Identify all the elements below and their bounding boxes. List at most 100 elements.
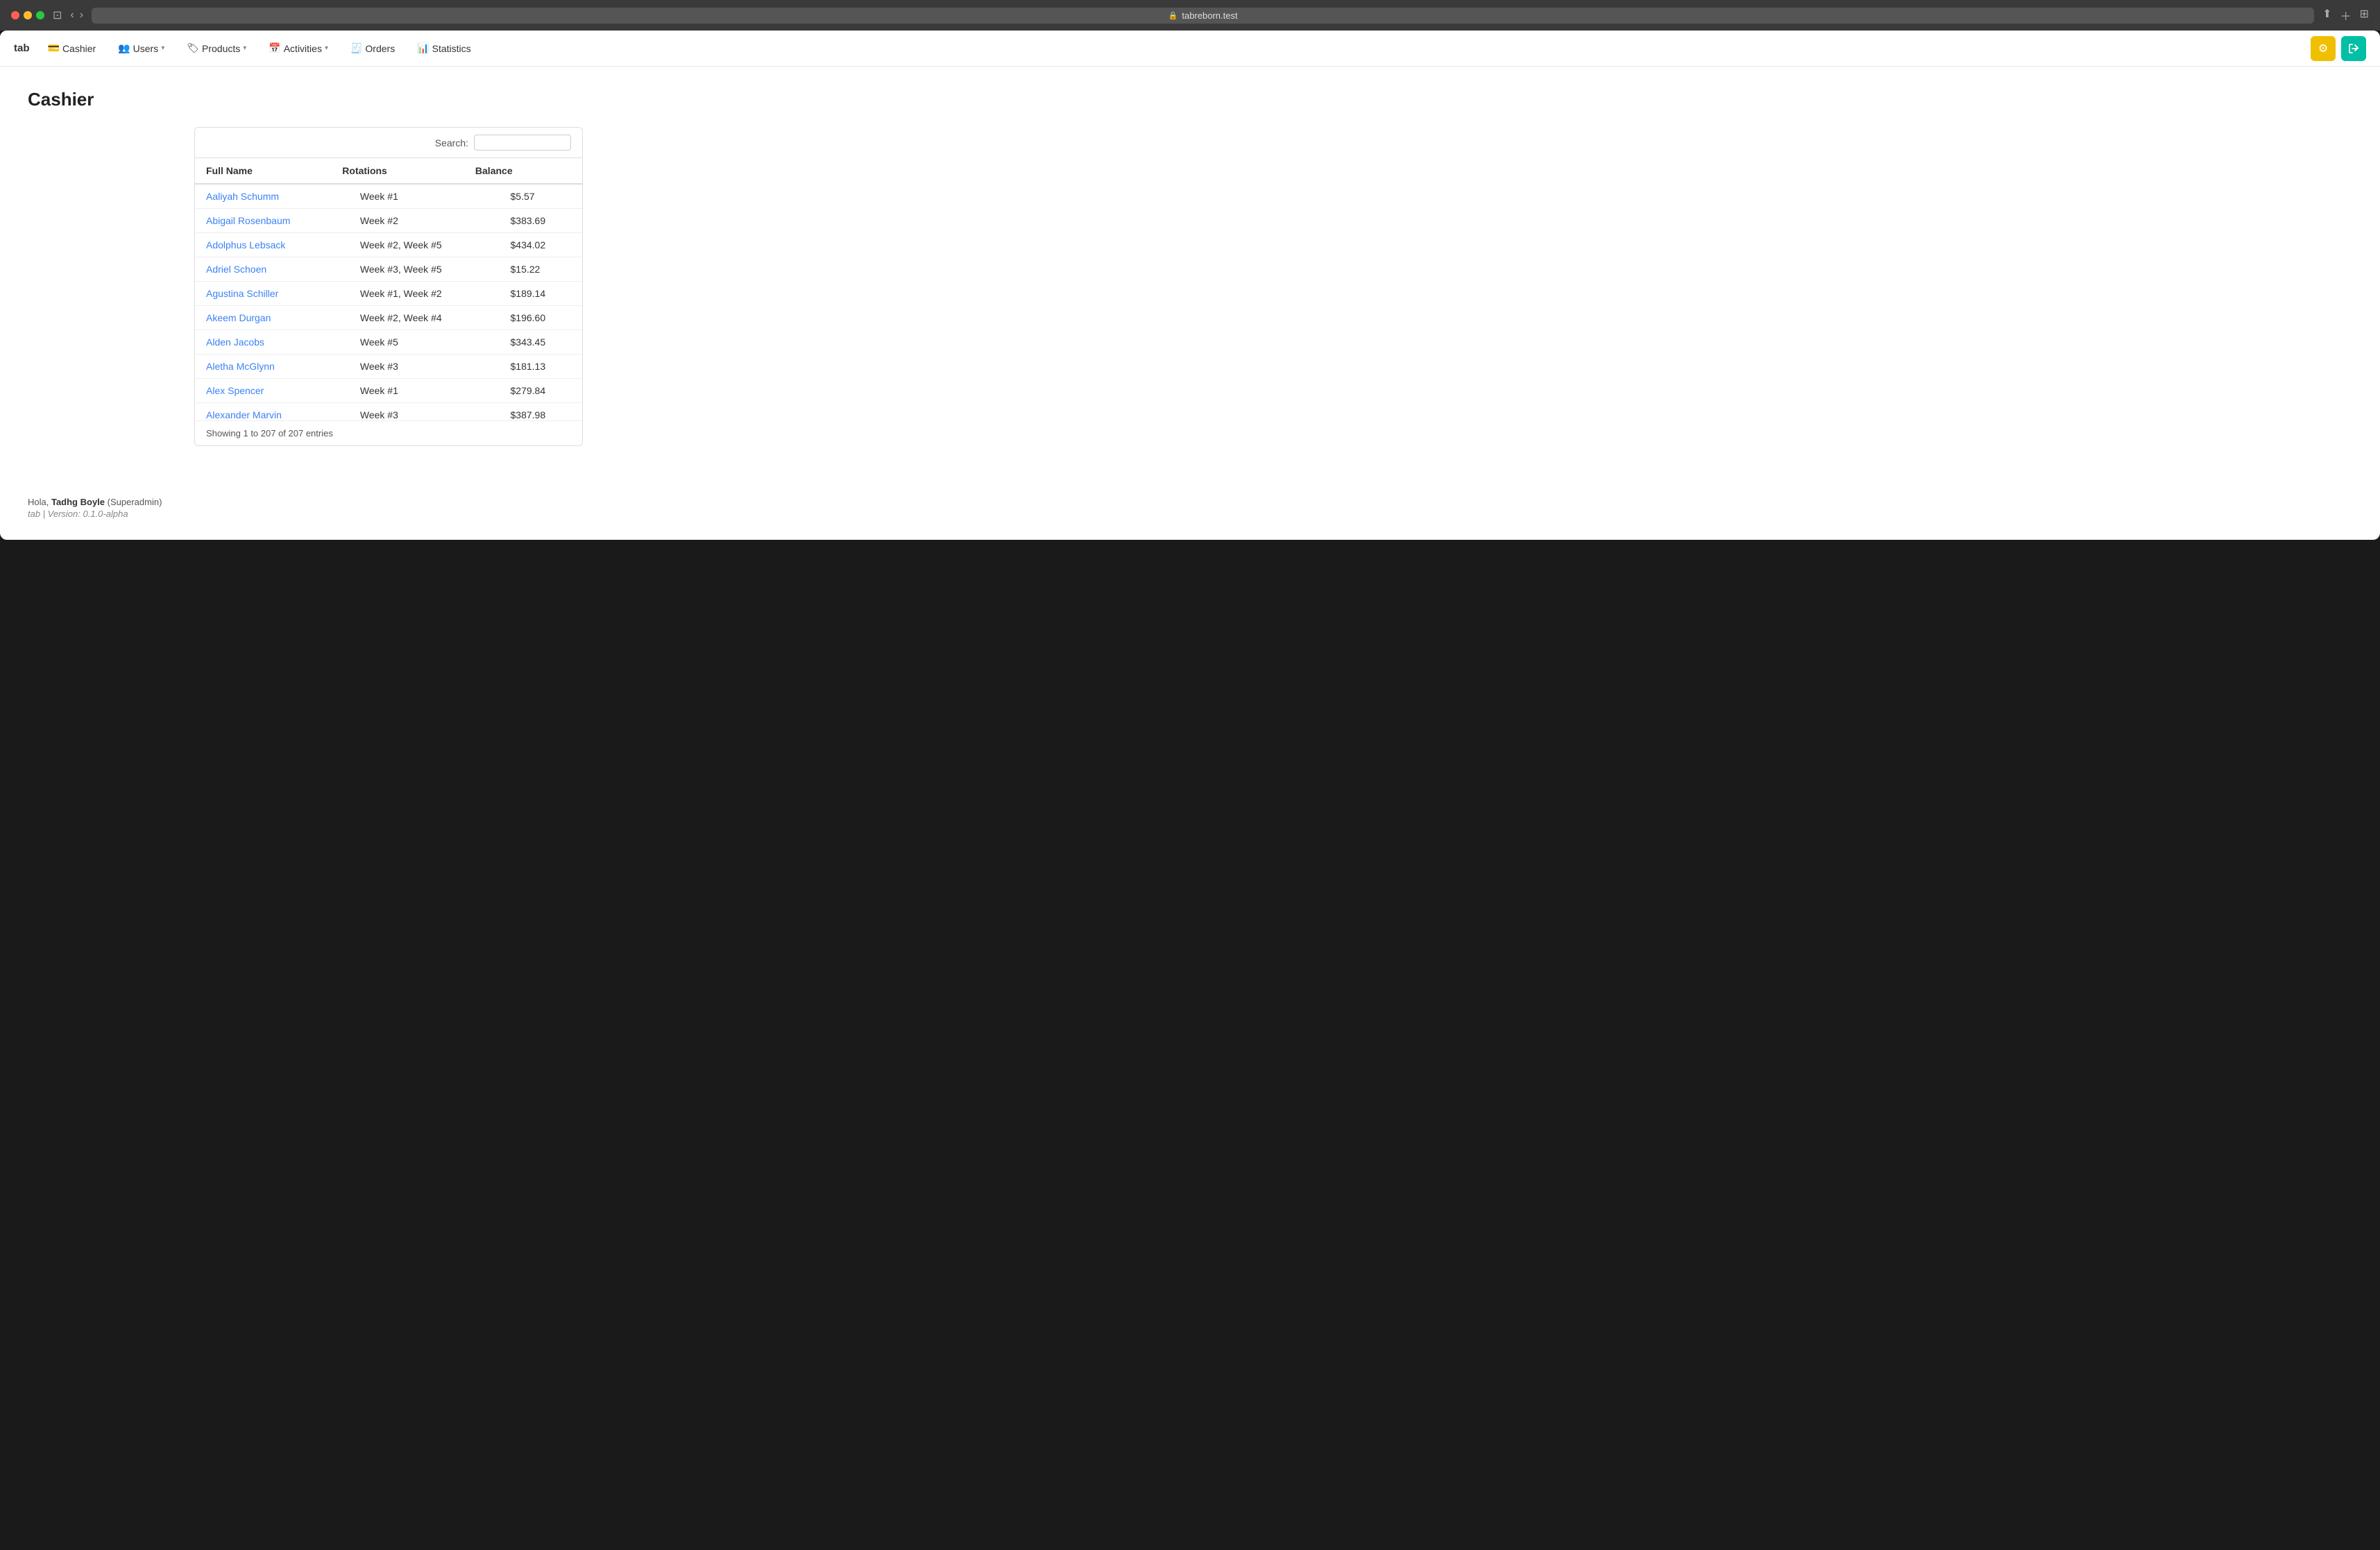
table-row: Abigail Rosenbaum Week #2 $383.69: [195, 209, 582, 233]
products-chevron-icon: ▾: [243, 44, 246, 52]
top-nav: tab 💳 Cashier 👥 Users ▾ 🏷 Products ▾ 📅 A…: [0, 31, 2380, 67]
share-icon[interactable]: ⬆: [2322, 7, 2331, 24]
table-row: Adolphus Lebsack Week #2, Week #5 $434.0…: [195, 233, 582, 257]
row-balance: $279.84: [500, 379, 583, 403]
nav-item-cashier[interactable]: 💳 Cashier: [44, 40, 101, 57]
nav-item-activities[interactable]: 📅 Activities ▾: [264, 40, 332, 57]
address-bar[interactable]: 🔒 tabreborn.test: [92, 8, 2314, 24]
entries-count: Showing 1 to 207 of 207 entries: [206, 428, 333, 438]
row-rotations: Week #3: [349, 355, 500, 379]
page-title: Cashier: [28, 89, 2352, 110]
row-name: Akeem Durgan: [195, 306, 349, 330]
forward-icon[interactable]: ›: [80, 9, 83, 22]
table-row: Agustina Schiller Week #1, Week #2 $189.…: [195, 282, 582, 306]
name-link[interactable]: Abigail Rosenbaum: [206, 215, 290, 226]
nav-products-label: Products: [202, 43, 240, 54]
grid-icon[interactable]: ⊞: [2360, 7, 2369, 24]
nav-statistics-label: Statistics: [432, 43, 471, 54]
nav-item-orders[interactable]: 🧾 Orders: [346, 40, 399, 57]
orders-icon: 🧾: [350, 42, 362, 54]
name-link[interactable]: Alexander Marvin: [206, 409, 282, 420]
browser-chrome: ⊡ ‹ › 🔒 tabreborn.test ⬆ ＋ ⊞: [0, 0, 2380, 31]
exit-button[interactable]: [2341, 36, 2366, 61]
row-balance: $434.02: [500, 233, 583, 257]
row-name: Abigail Rosenbaum: [195, 209, 349, 233]
nav-activities-label: Activities: [284, 43, 322, 54]
table-search-row: Search:: [195, 128, 582, 157]
table-row: Alex Spencer Week #1 $279.84: [195, 379, 582, 403]
nav-left: tab 💳 Cashier 👥 Users ▾ 🏷 Products ▾ 📅 A…: [14, 40, 475, 57]
search-input[interactable]: [474, 135, 571, 151]
name-link[interactable]: Adolphus Lebsack: [206, 239, 285, 250]
footer-role: (Superadmin): [108, 497, 162, 507]
sidebar-toggle-icon[interactable]: ⊡: [53, 8, 62, 22]
table-header: Full Name Rotations Balance: [195, 158, 582, 185]
row-name: Alex Spencer: [195, 379, 349, 403]
table-row: Akeem Durgan Week #2, Week #4 $196.60: [195, 306, 582, 330]
settings-button[interactable]: ⚙: [2311, 36, 2336, 61]
nav-item-users[interactable]: 👥 Users ▾: [114, 40, 169, 57]
url-text: tabreborn.test: [1182, 10, 1237, 21]
nav-logo: tab: [14, 42, 30, 54]
nav-orders-label: Orders: [365, 43, 395, 54]
search-label: Search:: [435, 137, 468, 148]
table-row: Alexander Marvin Week #3 $387.98: [195, 403, 582, 421]
footer-username: Tadhg Boyle: [51, 497, 105, 507]
row-rotations: Week #3, Week #5: [349, 257, 500, 282]
name-link[interactable]: Agustina Schiller: [206, 288, 278, 299]
row-rotations: Week #2, Week #4: [349, 306, 500, 330]
lock-icon: 🔒: [1168, 11, 1178, 20]
page-footer: Hola, Tadhg Boyle (Superadmin) tab | Ver…: [0, 483, 2380, 540]
minimize-button[interactable]: [24, 11, 32, 19]
nav-item-statistics[interactable]: 📊 Statistics: [413, 40, 475, 57]
close-button[interactable]: [11, 11, 19, 19]
row-balance: $15.22: [500, 257, 583, 282]
table-row: Aaliyah Schumm Week #1 $5.57: [195, 185, 582, 209]
footer-version: tab | Version: 0.1.0-alpha: [28, 509, 2352, 519]
users-icon: 👥: [118, 42, 130, 54]
footer-greeting: Hola, Tadhg Boyle (Superadmin): [28, 497, 2352, 507]
row-rotations: Week #3: [349, 403, 500, 421]
nav-cashier-label: Cashier: [62, 43, 96, 54]
name-link[interactable]: Alden Jacobs: [206, 337, 264, 348]
row-name: Alden Jacobs: [195, 330, 349, 355]
app-window: tab 💳 Cashier 👥 Users ▾ 🏷 Products ▾ 📅 A…: [0, 31, 2380, 540]
row-name: Alexander Marvin: [195, 403, 349, 421]
row-rotations: Week #1, Week #2: [349, 282, 500, 306]
row-name: Adriel Schoen: [195, 257, 349, 282]
row-balance: $383.69: [500, 209, 583, 233]
row-rotations: Week #2: [349, 209, 500, 233]
activities-icon: 📅: [269, 42, 280, 54]
row-balance: $196.60: [500, 306, 583, 330]
back-icon[interactable]: ‹: [70, 9, 74, 22]
greeting-text: Hola,: [28, 497, 51, 507]
row-name: Aletha McGlynn: [195, 355, 349, 379]
new-tab-icon[interactable]: ＋: [2340, 7, 2352, 24]
table-footer: Showing 1 to 207 of 207 entries: [195, 420, 582, 445]
traffic-lights: [11, 11, 44, 19]
row-name: Adolphus Lebsack: [195, 233, 349, 257]
name-link[interactable]: Aaliyah Schumm: [206, 191, 279, 202]
cashier-icon: 💳: [48, 42, 60, 54]
row-rotations: Week #1: [349, 379, 500, 403]
cashier-table-body: Aaliyah Schumm Week #1 $5.57 Abigail Ros…: [195, 185, 582, 420]
statistics-icon: 📊: [417, 42, 429, 54]
row-balance: $343.45: [500, 330, 583, 355]
name-link[interactable]: Alex Spencer: [206, 385, 264, 396]
row-balance: $181.13: [500, 355, 583, 379]
name-link[interactable]: Adriel Schoen: [206, 264, 266, 275]
col-fullname: Full Name: [195, 158, 331, 185]
products-icon: 🏷: [187, 42, 199, 54]
name-link[interactable]: Akeem Durgan: [206, 312, 271, 323]
cashier-table: Full Name Rotations Balance: [195, 157, 582, 185]
table-row: Adriel Schoen Week #3, Week #5 $15.22: [195, 257, 582, 282]
page-content: Cashier Search: Full Name Rotations Bala…: [0, 67, 2380, 483]
row-balance: $387.98: [500, 403, 583, 421]
row-name: Aaliyah Schumm: [195, 185, 349, 209]
name-link[interactable]: Aletha McGlynn: [206, 361, 275, 372]
table-row: Alden Jacobs Week #5 $343.45: [195, 330, 582, 355]
nav-item-products[interactable]: 🏷 Products ▾: [182, 40, 250, 57]
nav-users-label: Users: [133, 43, 159, 54]
maximize-button[interactable]: [36, 11, 44, 19]
table-scroll-area[interactable]: Aaliyah Schumm Week #1 $5.57 Abigail Ros…: [195, 185, 582, 420]
